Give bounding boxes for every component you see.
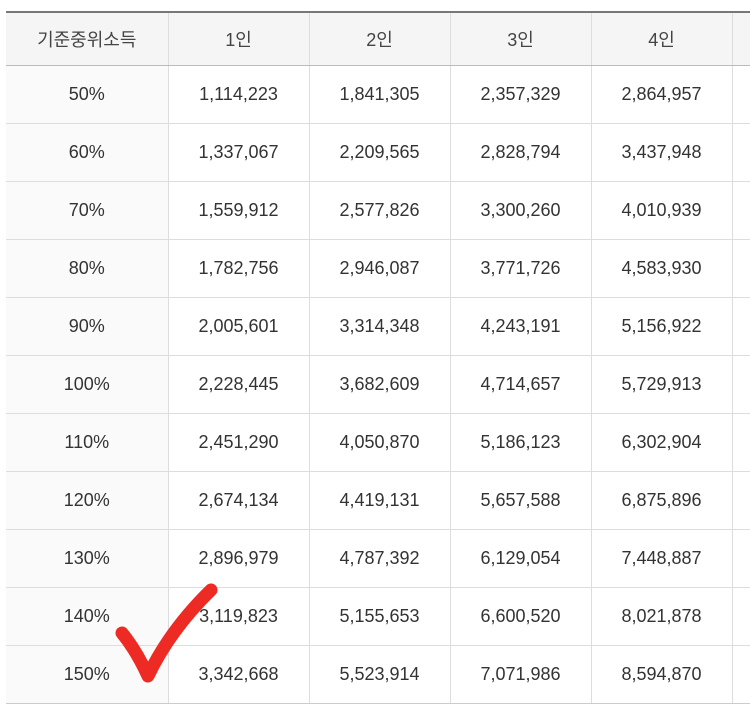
household-amount-cell: 7,071,986	[450, 645, 592, 704]
header-cell-overflow	[732, 11, 750, 66]
income-percent-cell: 60%	[6, 123, 169, 182]
household-amount-cell: 3,314,348	[309, 297, 451, 356]
income-percent-cell: 120%	[6, 471, 169, 530]
income-percent-cell: 150%	[6, 645, 169, 704]
table-row: 60% 1,337,067 2,209,565 2,828,794 3,437,948	[6, 123, 750, 182]
household-amount-cell: 1,337,067	[168, 123, 310, 182]
income-percent-cell: 70%	[6, 181, 169, 240]
overflow-cell	[732, 123, 750, 182]
household-amount-cell: 1,559,912	[168, 181, 310, 240]
median-income-table: 기준중위소득 1인 2인 3인 4인 50% 1,114,223 1,841,305…	[6, 11, 750, 704]
household-amount-cell: 6,129,054	[450, 529, 592, 588]
household-amount-cell: 5,155,653	[309, 587, 451, 646]
household-amount-cell: 3,682,609	[309, 355, 451, 414]
household-amount-cell: 3,342,668	[168, 645, 310, 704]
income-percent-cell: 100%	[6, 355, 169, 414]
household-amount-cell: 2,674,134	[168, 471, 310, 530]
header-cell: 1인	[168, 11, 310, 66]
overflow-cell	[732, 239, 750, 298]
household-amount-cell: 2,946,087	[309, 239, 451, 298]
household-amount-cell: 2,005,601	[168, 297, 310, 356]
header-cell: 기준중위소득	[6, 11, 169, 66]
household-amount-cell: 6,302,904	[591, 413, 733, 472]
household-amount-cell: 2,209,565	[309, 123, 451, 182]
overflow-cell	[732, 297, 750, 356]
household-amount-cell: 5,156,922	[591, 297, 733, 356]
overflow-cell	[732, 471, 750, 530]
household-amount-cell: 5,729,913	[591, 355, 733, 414]
household-amount-cell: 4,583,930	[591, 239, 733, 298]
household-amount-cell: 4,714,657	[450, 355, 592, 414]
overflow-cell	[732, 587, 750, 646]
header-cell: 2인	[309, 11, 451, 66]
household-amount-cell: 4,419,131	[309, 471, 451, 530]
table-row: 140% 3,119,823 5,155,653 6,600,520 8,021,878	[6, 587, 750, 646]
household-amount-cell: 3,437,948	[591, 123, 733, 182]
household-amount-cell: 2,228,445	[168, 355, 310, 414]
household-amount-cell: 8,021,878	[591, 587, 733, 646]
table-row: 150% 3,342,668 5,523,914 7,071,986 8,594,870	[6, 645, 750, 704]
household-amount-cell: 1,841,305	[309, 65, 451, 124]
household-amount-cell: 2,577,826	[309, 181, 451, 240]
table-row: 130% 2,896,979 4,787,392 6,129,054 7,448,887	[6, 529, 750, 588]
household-amount-cell: 3,119,823	[168, 587, 310, 646]
household-amount-cell: 6,875,896	[591, 471, 733, 530]
table-row: 100% 2,228,445 3,682,609 4,714,657 5,729,913	[6, 355, 750, 414]
household-amount-cell: 3,300,260	[450, 181, 592, 240]
table-row: 120% 2,674,134 4,419,131 5,657,588 6,875,896	[6, 471, 750, 530]
household-amount-cell: 4,050,870	[309, 413, 451, 472]
income-percent-cell: 110%	[6, 413, 169, 472]
household-amount-cell: 2,357,329	[450, 65, 592, 124]
table-row: 50% 1,114,223 1,841,305 2,357,329 2,864,957	[6, 65, 750, 124]
household-amount-cell: 2,896,979	[168, 529, 310, 588]
income-percent-cell: 90%	[6, 297, 169, 356]
household-amount-cell: 1,114,223	[168, 65, 310, 124]
table-header-row: 기준중위소득 1인 2인 3인 4인	[6, 11, 750, 66]
household-amount-cell: 5,523,914	[309, 645, 451, 704]
household-amount-cell: 8,594,870	[591, 645, 733, 704]
overflow-cell	[732, 65, 750, 124]
household-amount-cell: 1,782,756	[168, 239, 310, 298]
overflow-cell	[732, 413, 750, 472]
household-amount-cell: 4,243,191	[450, 297, 592, 356]
household-amount-cell: 4,787,392	[309, 529, 451, 588]
table-row: 70% 1,559,912 2,577,826 3,300,260 4,010,939	[6, 181, 750, 240]
income-percent-cell: 140%	[6, 587, 169, 646]
income-percent-cell: 50%	[6, 65, 169, 124]
household-amount-cell: 3,771,726	[450, 239, 592, 298]
household-amount-cell: 4,010,939	[591, 181, 733, 240]
table-row: 80% 1,782,756 2,946,087 3,771,726 4,583,930	[6, 239, 750, 298]
table-row: 110% 2,451,290 4,050,870 5,186,123 6,302,904	[6, 413, 750, 472]
household-amount-cell: 5,186,123	[450, 413, 592, 472]
household-amount-cell: 2,828,794	[450, 123, 592, 182]
table-row: 90% 2,005,601 3,314,348 4,243,191 5,156,922	[6, 297, 750, 356]
household-amount-cell: 6,600,520	[450, 587, 592, 646]
household-amount-cell: 2,451,290	[168, 413, 310, 472]
household-amount-cell: 2,864,957	[591, 65, 733, 124]
overflow-cell	[732, 645, 750, 704]
household-amount-cell: 7,448,887	[591, 529, 733, 588]
income-table-container: 기준중위소득 1인 2인 3인 4인 50% 1,114,223 1,841,305…	[6, 11, 750, 704]
overflow-cell	[732, 529, 750, 588]
household-amount-cell: 5,657,588	[450, 471, 592, 530]
overflow-cell	[732, 181, 750, 240]
income-percent-cell: 130%	[6, 529, 169, 588]
header-cell: 4인	[591, 11, 733, 66]
overflow-cell	[732, 355, 750, 414]
income-percent-cell: 80%	[6, 239, 169, 298]
header-cell: 3인	[450, 11, 592, 66]
